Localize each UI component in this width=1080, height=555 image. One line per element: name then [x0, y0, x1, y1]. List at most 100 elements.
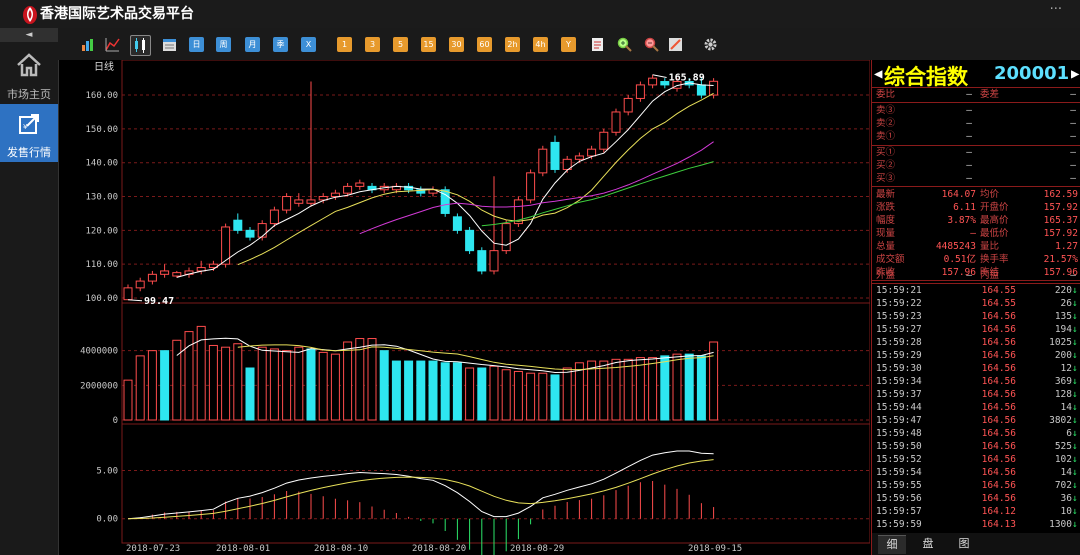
- tick-row: 15:59:55 164.56 702 ↓: [872, 480, 1080, 492]
- tick-time: 15:59:55: [876, 480, 922, 491]
- bid-label: 买③: [876, 173, 896, 184]
- down-arrow-icon: ↓: [1072, 506, 1078, 517]
- x-tick-label: 2018-08-29: [510, 544, 564, 554]
- panel-divider: [872, 145, 1080, 146]
- ask-row: 卖① — —: [872, 131, 1080, 143]
- candle-body: [538, 148, 548, 174]
- ma5-line: [176, 82, 714, 278]
- panel-divider: [872, 186, 1080, 187]
- tick-price: 164.56: [981, 363, 1016, 374]
- volume-bar: [416, 360, 426, 421]
- down-arrow-icon: ↓: [1072, 311, 1078, 322]
- notepad-icon[interactable]: [590, 37, 605, 52]
- period-button-7[interactable]: 5: [393, 37, 408, 52]
- period-button-9[interactable]: 30: [449, 37, 464, 52]
- period-button-11[interactable]: 2h: [505, 37, 520, 52]
- draw-icon[interactable]: [668, 37, 683, 52]
- tick-time: 15:59:59: [876, 519, 922, 530]
- tick-time: 15:59:29: [876, 350, 922, 361]
- candle-body: [123, 287, 133, 301]
- more-icon[interactable]: ···: [1050, 2, 1062, 17]
- period-button-0[interactable]: 日: [189, 37, 204, 52]
- quote-tab-1[interactable]: 盘: [914, 535, 942, 553]
- gear-icon[interactable]: [703, 37, 718, 52]
- index-code: 200001: [994, 63, 1070, 84]
- tick-volume: 525: [1054, 441, 1072, 452]
- volume-bar: [587, 360, 597, 421]
- period-button-2[interactable]: 月: [245, 37, 260, 52]
- volume-bar: [599, 360, 609, 421]
- stat-row: 最新 164.07 均价 162.59: [872, 189, 1080, 201]
- down-arrow-icon: ↓: [1072, 519, 1078, 530]
- candle-body: [599, 131, 609, 150]
- volume-bar: [623, 358, 633, 421]
- price-tick-label: 100.00: [85, 294, 118, 304]
- volume-bar: [574, 362, 584, 421]
- period-button-4[interactable]: X: [301, 37, 316, 52]
- volume-bar: [404, 360, 414, 421]
- tick-row: 15:59:37 164.56 128 ↓: [872, 389, 1080, 401]
- nav-item-issue-quotes[interactable]: ¥ 发售行情: [0, 104, 58, 162]
- tick-time: 15:59:47: [876, 415, 922, 426]
- kline-chart[interactable]: 日线 160.00 150.00 140.00 130.00 120.00 110.00 10…: [70, 60, 870, 555]
- candle-body: [245, 229, 255, 238]
- candle-body: [526, 172, 536, 201]
- period-button-12[interactable]: 4h: [533, 37, 548, 52]
- collapse-button[interactable]: ◄: [0, 28, 58, 42]
- stat-label: 现量: [876, 228, 896, 239]
- tick-time: 15:59:34: [876, 376, 922, 387]
- bid-label: 买②: [876, 160, 896, 171]
- external-link-icon: ¥: [19, 114, 39, 134]
- period-button-1[interactable]: 周: [216, 37, 231, 52]
- volume-bar: [367, 338, 377, 421]
- bar-chart-icon[interactable]: [80, 37, 95, 52]
- stat-value: 157.92: [1043, 228, 1078, 239]
- tick-row: 15:59:57 164.12 10 ↓: [872, 506, 1080, 518]
- stat-label: 最新: [876, 189, 896, 200]
- tick-volume: 702: [1054, 480, 1072, 491]
- period-button-13[interactable]: Y: [561, 37, 576, 52]
- stat-value: 162.59: [1043, 189, 1078, 200]
- candle-body: [501, 223, 511, 252]
- tick-volume: 14: [1060, 402, 1072, 413]
- period-button-3[interactable]: 季: [273, 37, 288, 52]
- period-button-6[interactable]: 3: [365, 37, 380, 52]
- candle-body: [282, 196, 292, 211]
- stat-value: —: [970, 228, 976, 239]
- tick-price: 164.13: [981, 519, 1016, 530]
- candle-body: [452, 216, 462, 231]
- tick-volume: 14: [1060, 467, 1072, 478]
- period-button-10[interactable]: 60: [477, 37, 492, 52]
- volume-bar: [672, 353, 682, 421]
- prev-arrow-icon[interactable]: ◀: [874, 66, 882, 82]
- candlestick-icon[interactable]: [130, 35, 151, 56]
- quote-tab-0[interactable]: 细: [878, 535, 906, 554]
- stat-value: 0.51亿: [943, 254, 976, 265]
- tick-row: 15:59:27 164.56 194 ↓: [872, 324, 1080, 336]
- calendar-icon[interactable]: [162, 37, 177, 52]
- quote-tab-2[interactable]: 图: [950, 535, 978, 553]
- zoom-out-icon[interactable]: [644, 37, 659, 52]
- stat-value: 4485243: [935, 241, 976, 252]
- candle-body: [635, 84, 645, 99]
- nav-item-market-home[interactable]: 市场主页: [0, 46, 58, 104]
- tick-row: 15:59:56 164.56 36 ↓: [872, 493, 1080, 505]
- outer-value: —: [966, 270, 972, 281]
- period-button-5[interactable]: 1: [337, 37, 352, 52]
- volume-bar: [428, 360, 438, 421]
- tick-volume: 3802: [1049, 415, 1072, 426]
- tick-price: 164.56: [981, 480, 1016, 491]
- candle-body: [477, 250, 487, 272]
- tick-time: 15:59:22: [876, 298, 922, 309]
- stat-label: 换手率: [980, 254, 1009, 265]
- period-button-8[interactable]: 15: [421, 37, 436, 52]
- next-arrow-icon[interactable]: ▶: [1071, 66, 1079, 82]
- tick-price: 164.12: [981, 506, 1016, 517]
- bid-label: 买①: [876, 147, 896, 158]
- candle-body: [660, 81, 670, 86]
- down-arrow-icon: ↓: [1072, 493, 1078, 504]
- zoom-in-icon[interactable]: [617, 37, 632, 52]
- tick-volume: 135: [1054, 311, 1072, 322]
- bid-volume: —: [1070, 173, 1076, 184]
- line-chart-icon[interactable]: [105, 37, 120, 52]
